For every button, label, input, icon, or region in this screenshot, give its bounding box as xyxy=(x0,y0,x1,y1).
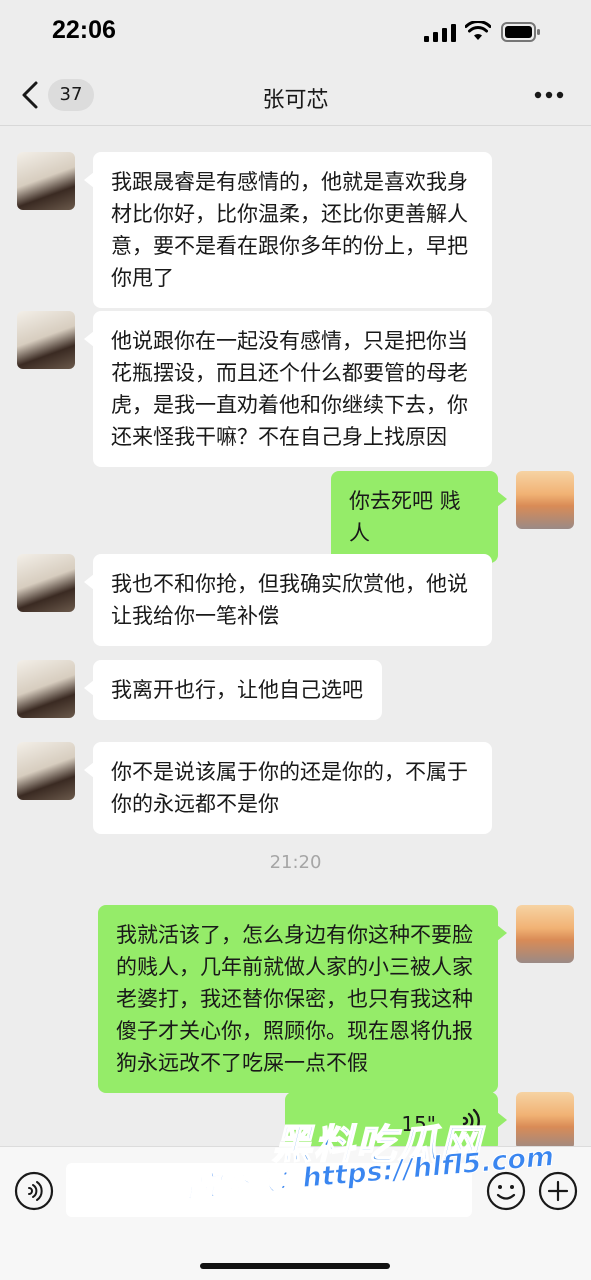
chevron-left-icon[interactable] xyxy=(18,80,42,110)
more-options-icon[interactable] xyxy=(530,84,570,106)
wifi-icon xyxy=(465,21,491,40)
contact-avatar[interactable] xyxy=(17,660,75,718)
self-avatar[interactable] xyxy=(516,905,574,963)
message-bubble[interactable]: 我离开也行，让他自己选吧 xyxy=(84,660,382,720)
contact-avatar[interactable] xyxy=(17,311,75,369)
message-bubble[interactable]: 他说跟你在一起没有感情，只是把你当花瓶摆设，而且还个什么都要管的母老虎，是我一直… xyxy=(84,311,492,467)
home-indicator xyxy=(200,1263,390,1269)
battery-icon xyxy=(501,22,540,42)
contact-avatar[interactable] xyxy=(17,742,75,800)
status-bar: 22:06 xyxy=(0,0,591,64)
voice-input-icon[interactable] xyxy=(14,1171,54,1211)
message-timestamp: 21:20 xyxy=(269,852,322,873)
contact-avatar[interactable] xyxy=(17,152,75,210)
chat-header: 37 张可芯 xyxy=(0,64,591,126)
plus-icon[interactable] xyxy=(538,1171,578,1211)
signal-icon xyxy=(424,24,456,42)
message-bubble[interactable]: 我跟晟睿是有感情的，他就是喜欢我身材比你好，比你温柔，还比你更善解人意，要不是看… xyxy=(84,152,492,308)
message-bubble-self[interactable]: 我就活该了，怎么身边有你这种不要脸的贱人，几年前就做人家的小三被人家老婆打，我还… xyxy=(98,905,507,1093)
message-bubble[interactable]: 我也不和你抢，但我确实欣赏他，他说让我给你一笔补偿 xyxy=(84,554,492,646)
self-avatar[interactable] xyxy=(516,471,574,529)
contact-avatar[interactable] xyxy=(17,554,75,612)
message-bubble[interactable]: 你不是说该属于你的还是你的，不属于你的永远都不是你 xyxy=(84,742,492,834)
status-time: 22:06 xyxy=(52,16,116,44)
message-bubble-self[interactable]: 你去死吧 贱人 xyxy=(331,471,507,563)
unread-count-badge[interactable]: 37 xyxy=(48,79,94,111)
